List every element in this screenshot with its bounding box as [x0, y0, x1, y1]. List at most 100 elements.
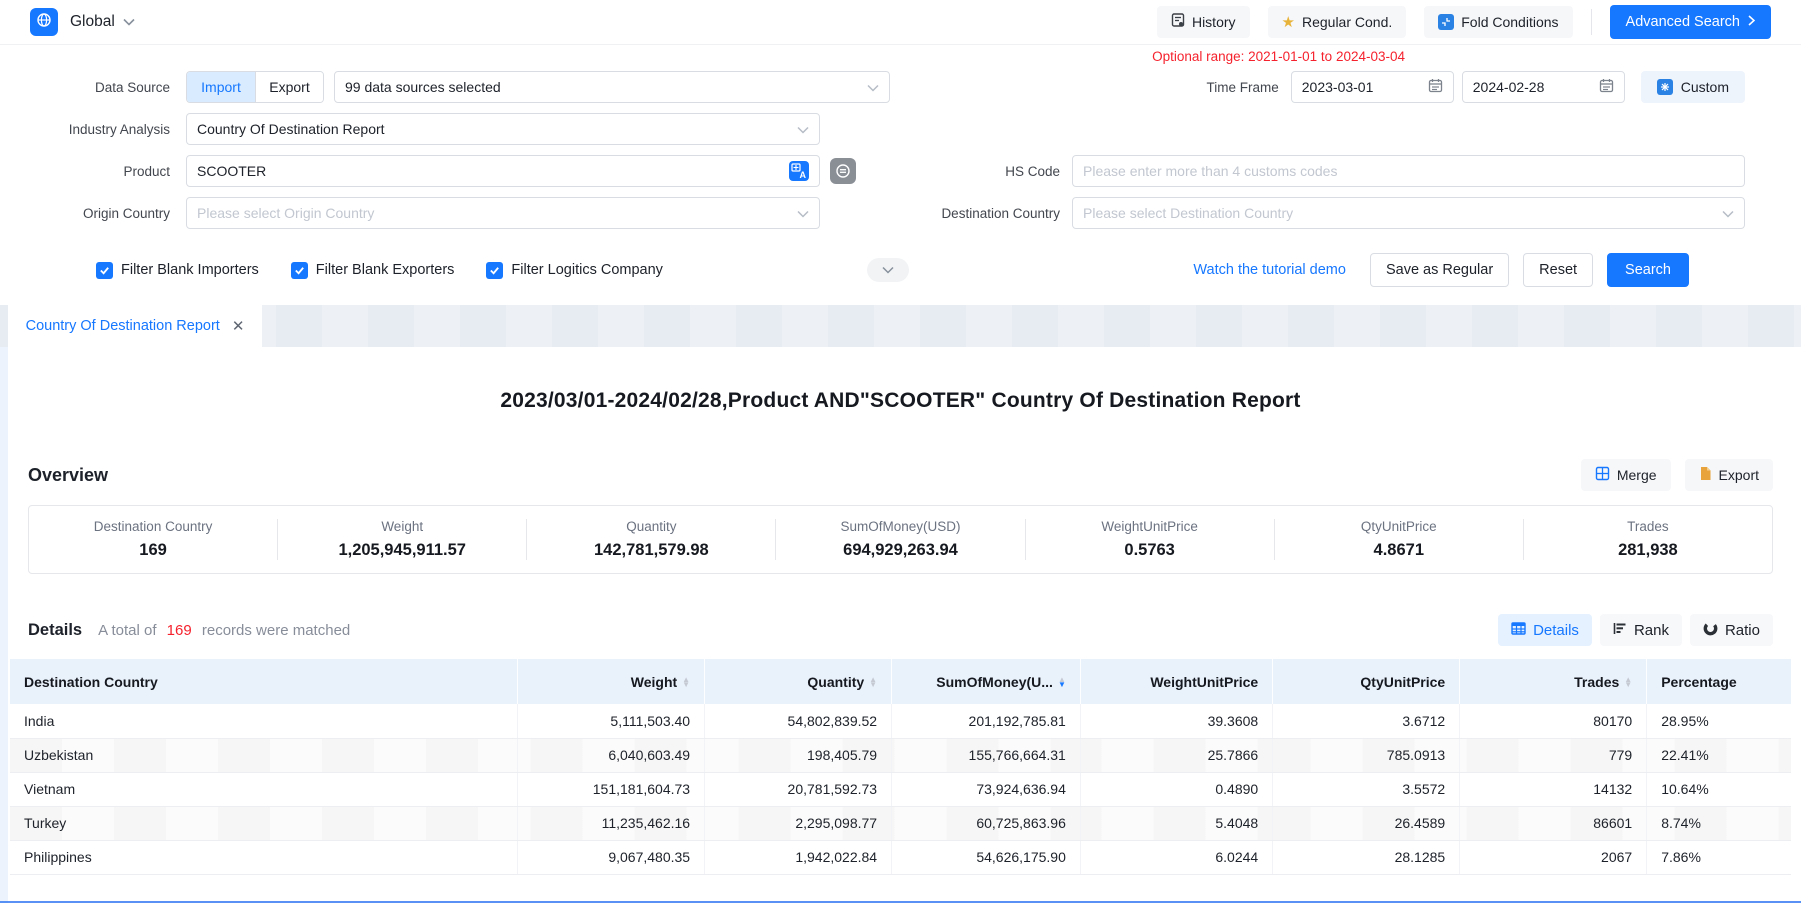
table-header-row: Destination Country Weight ▲▼ Quantity ▲… — [10, 659, 1791, 704]
sort-icons[interactable]: ▲▼ — [869, 677, 877, 687]
origin-country-select[interactable] — [186, 197, 820, 229]
calendar-icon[interactable] — [1599, 78, 1614, 96]
fold-conditions-label: Fold Conditions — [1461, 14, 1558, 30]
custom-range-button[interactable]: Custom — [1641, 71, 1745, 103]
stat-value: 0.5763 — [1026, 541, 1274, 560]
cell-trades: 14132 — [1460, 772, 1647, 806]
column-weight[interactable]: Weight ▲▼ — [518, 659, 705, 704]
chevron-down-icon — [797, 205, 809, 221]
export-file-icon — [1699, 466, 1712, 484]
column-quantity[interactable]: Quantity ▲▼ — [705, 659, 892, 704]
export-toggle[interactable]: Export — [255, 72, 323, 102]
translate-icon[interactable]: A — [789, 161, 809, 181]
chevron-down-icon — [797, 121, 809, 137]
destination-country-label: Destination Country — [885, 206, 1060, 221]
tab-country-of-destination-report[interactable]: Country Of Destination Report ✕ — [8, 305, 262, 347]
column-trades[interactable]: Trades ▲▼ — [1460, 659, 1647, 704]
calendar-icon[interactable] — [1428, 78, 1443, 96]
region-selector[interactable]: Global — [70, 13, 115, 31]
date-to-field[interactable]: 2024-02-28 — [1462, 71, 1625, 103]
date-to-value: 2024-02-28 — [1473, 79, 1545, 95]
column-destination-country: Destination Country — [10, 659, 518, 704]
matched-count: 169 — [167, 622, 192, 639]
tutorial-link[interactable]: Watch the tutorial demo — [1193, 262, 1346, 278]
sort-icons[interactable]: ▲▼ — [1624, 677, 1632, 687]
details-heading: Details — [28, 621, 82, 640]
export-button[interactable]: Export — [1685, 459, 1773, 491]
close-icon[interactable]: ✕ — [232, 317, 245, 335]
view-rank-button[interactable]: Rank — [1600, 614, 1682, 646]
app-logo[interactable] — [30, 8, 58, 36]
collapse-form-button[interactable] — [867, 258, 909, 282]
filter-label: Filter Logitics Company — [511, 262, 663, 278]
origin-country-input[interactable] — [197, 205, 797, 221]
column-qty-unit-price: QtyUnitPrice — [1273, 659, 1460, 704]
industry-analysis-select[interactable]: Country Of Destination Report — [186, 113, 820, 145]
import-toggle[interactable]: Import — [187, 72, 255, 102]
filter-logistics-company-checkbox[interactable]: Filter Logitics Company — [486, 262, 663, 279]
cell-qty-unit-price: 3.6712 — [1273, 704, 1460, 738]
product-input[interactable] — [197, 163, 789, 179]
custom-icon — [1657, 79, 1673, 95]
view-switcher: Details Rank Ratio — [1498, 614, 1773, 646]
destination-country-select[interactable] — [1072, 197, 1745, 229]
filter-blank-exporters-checkbox[interactable]: Filter Blank Exporters — [291, 262, 455, 279]
cell-quantity: 20,781,592.73 — [705, 772, 892, 806]
stat-label: QtyUnitPrice — [1275, 519, 1523, 534]
cell-trades: 2067 — [1460, 840, 1647, 874]
save-as-regular-button[interactable]: Save as Regular — [1370, 253, 1509, 287]
regular-cond-button[interactable]: ★ Regular Cond. — [1268, 6, 1407, 38]
form-row-countries: Origin Country Destination Country — [30, 197, 1745, 229]
cell-qty-unit-price: 28.1285 — [1273, 840, 1460, 874]
product-label: Product — [30, 164, 170, 179]
cell-country: Philippines — [10, 840, 518, 874]
date-from-value: 2023-03-01 — [1302, 79, 1374, 95]
sort-icons[interactable]: ▲▼ — [682, 677, 690, 687]
product-field: A — [186, 155, 820, 187]
star-icon: ★ — [1282, 15, 1295, 30]
data-sources-select[interactable]: 99 data sources selected — [334, 71, 890, 103]
exact-match-icon[interactable] — [830, 158, 856, 184]
cell-weight-unit-price: 5.4048 — [1080, 806, 1272, 840]
checkbox-checked-icon — [96, 262, 113, 279]
form-row-industry: Industry Analysis Country Of Destination… — [30, 113, 1745, 145]
hs-code-input[interactable] — [1083, 163, 1734, 179]
cell-weight: 11,235,462.16 — [518, 806, 705, 840]
table-row-uzbekistan: Uzbekistan 6,040,603.49 198,405.79 155,7… — [10, 738, 1791, 772]
overview-stats-card: Destination Country 169 Weight 1,205,945… — [28, 505, 1773, 574]
destination-country-input[interactable] — [1083, 205, 1722, 221]
search-button[interactable]: Search — [1607, 253, 1689, 287]
overview-header: Overview Merge Export — [0, 459, 1801, 491]
cell-country: Uzbekistan — [10, 738, 518, 772]
cell-quantity: 198,405.79 — [705, 738, 892, 772]
sort-icons-active-desc[interactable]: ▲▼ — [1058, 677, 1066, 687]
filter-blank-importers-checkbox[interactable]: Filter Blank Importers — [96, 262, 259, 279]
export-label: Export — [1719, 467, 1759, 483]
merge-button[interactable]: Merge — [1581, 459, 1671, 491]
history-button[interactable]: History — [1157, 6, 1250, 38]
cell-sum: 155,766,664.31 — [892, 738, 1081, 772]
view-details-button[interactable]: Details — [1498, 614, 1592, 646]
cell-weight-unit-price: 0.4890 — [1080, 772, 1272, 806]
cell-country: Vietnam — [10, 772, 518, 806]
cell-quantity: 2,295,098.77 — [705, 806, 892, 840]
view-ratio-button[interactable]: Ratio — [1690, 614, 1773, 646]
table-row-philippines: Philippines 9,067,480.35 1,942,022.84 54… — [10, 840, 1791, 874]
cell-sum: 54,626,175.90 — [892, 840, 1081, 874]
reset-button[interactable]: Reset — [1523, 253, 1593, 287]
fold-conditions-button[interactable]: Fold Conditions — [1424, 6, 1572, 38]
chevron-down-icon[interactable] — [123, 13, 135, 31]
column-sum-of-money[interactable]: SumOfMoney(U... ▲▼ — [892, 659, 1081, 704]
stat-label: SumOfMoney(USD) — [776, 519, 1024, 534]
table-icon — [1511, 622, 1526, 639]
records-matched-text: A total of 169 records were matched — [98, 622, 350, 639]
advanced-search-button[interactable]: Advanced Search — [1610, 5, 1771, 39]
optional-range-hint: Optional range: 2021-01-01 to 2024-03-04 — [1152, 49, 1405, 64]
stat-label: Destination Country — [29, 519, 277, 534]
cell-quantity: 54,802,839.52 — [705, 704, 892, 738]
checkbox-checked-icon — [291, 262, 308, 279]
details-header: Details A total of 169 records were matc… — [0, 614, 1801, 646]
stat-value: 1,205,945,911.57 — [278, 541, 526, 560]
table-row-india: India 5,111,503.40 54,802,839.52 201,192… — [10, 704, 1791, 738]
date-from-field[interactable]: 2023-03-01 — [1291, 71, 1454, 103]
